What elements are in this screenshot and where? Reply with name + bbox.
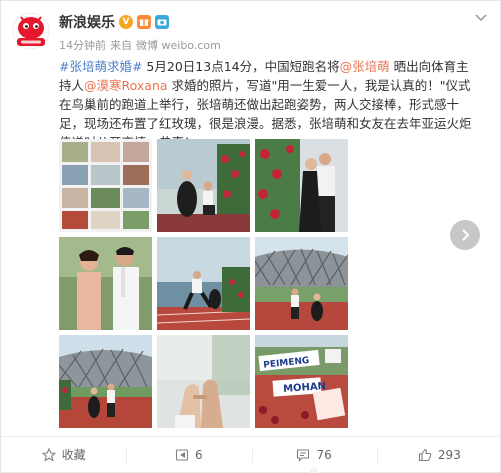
photo-grid: PEIMENG MOHAN — [59, 139, 350, 428]
photo-thumbnail[interactable] — [255, 237, 348, 330]
photo-thumbnail[interactable] — [157, 237, 250, 330]
photo-thumbnail[interactable] — [255, 139, 348, 232]
verified-v-icon: V — [119, 15, 133, 29]
mention-link[interactable]: @张培萌 — [340, 59, 390, 74]
avatar[interactable] — [12, 12, 50, 50]
star-icon — [41, 447, 56, 462]
repost-count: 6 — [195, 447, 203, 462]
repost-button[interactable]: 6 — [126, 437, 251, 472]
author-name[interactable]: 新浪娱乐 — [59, 12, 115, 32]
like-icon — [418, 448, 432, 462]
post-source[interactable]: 微博 weibo.com — [136, 37, 221, 53]
post-text-part: 5月20日13点14分，中国短跑名将 — [142, 59, 340, 74]
gift-badge-icon[interactable] — [137, 15, 151, 29]
post-body: #张培萌求婚# 5月20日13点14分，中国短跑名将@张培萌 晒出向体育主持人@… — [59, 57, 477, 152]
camera-badge-icon[interactable] — [155, 15, 169, 29]
photo-thumbnail[interactable] — [157, 139, 250, 232]
photo-thumbnail[interactable] — [59, 335, 152, 428]
photo-thumbnail[interactable]: PEIMENG MOHAN — [255, 335, 348, 428]
photo-thumbnail[interactable] — [59, 139, 152, 232]
comment-button[interactable]: 76 — [251, 437, 377, 473]
comment-count: 76 — [316, 447, 332, 462]
hashtag-link[interactable]: #张培萌求婚# — [59, 59, 142, 74]
photo-thumbnail[interactable] — [157, 335, 250, 428]
next-arrow-icon[interactable] — [450, 220, 480, 250]
active-indicator — [308, 467, 321, 473]
mention-link[interactable]: @漠寒Roxana — [84, 78, 168, 93]
photo-thumbnail[interactable] — [59, 237, 152, 330]
chevron-down-icon[interactable] — [474, 11, 488, 25]
weibo-post-card: 新浪娱乐 V 14分钟前 来自 微博 weibo.com #张培萌求婚# 5月2… — [0, 0, 501, 473]
like-button[interactable]: 293 — [376, 437, 501, 472]
post-time[interactable]: 14分钟前 — [59, 37, 106, 53]
repost-icon — [175, 448, 189, 462]
post-meta: 14分钟前 来自 微博 weibo.com — [59, 37, 221, 53]
action-bar: 收藏 6 76 293 — [1, 436, 501, 473]
favorite-button[interactable]: 收藏 — [1, 437, 126, 472]
favorite-label: 收藏 — [61, 448, 86, 462]
comment-icon — [296, 448, 310, 462]
like-count: 293 — [437, 447, 461, 462]
author-row: 新浪娱乐 V — [59, 13, 169, 31]
source-prefix: 来自 — [110, 39, 132, 52]
